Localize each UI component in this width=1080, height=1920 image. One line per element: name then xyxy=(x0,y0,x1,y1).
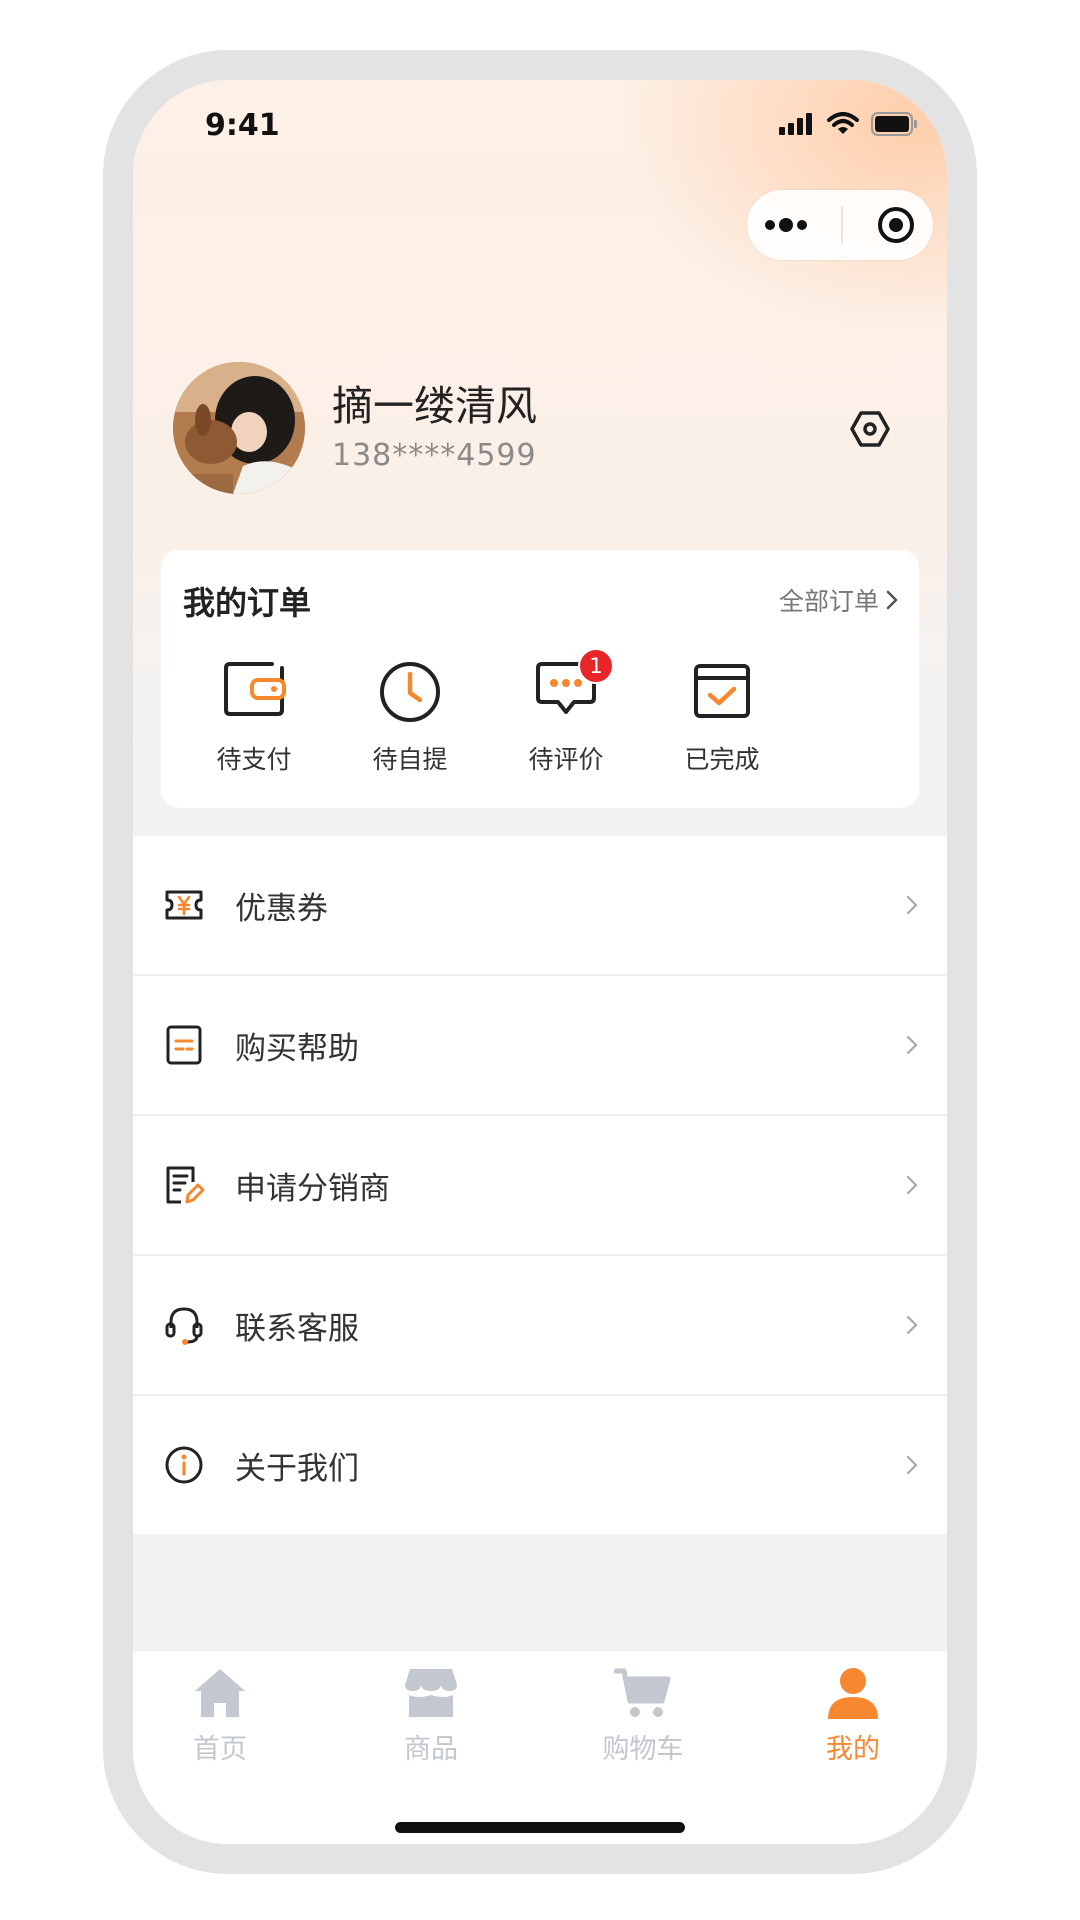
menu-item-coupon[interactable]: 优惠券 xyxy=(133,836,947,976)
review-badge: 1 xyxy=(578,648,614,684)
user-phone: 138****4599 xyxy=(332,438,537,473)
order-item-label: 待支付 xyxy=(216,745,292,774)
tab-label: 首页 xyxy=(193,1734,247,1765)
chevron-right-icon xyxy=(906,1315,918,1335)
all-orders-label: 全部订单 xyxy=(778,587,879,616)
menu-item-label: 购买帮助 xyxy=(235,1030,359,1067)
tab-label: 购物车 xyxy=(602,1734,684,1765)
store-icon xyxy=(405,1669,457,1717)
user-name: 摘一缕清风 xyxy=(332,382,537,430)
menu-list: 优惠券 购买帮助 申请分销商 联系客服 关于我们 xyxy=(133,836,947,1534)
chevron-right-icon xyxy=(906,1035,918,1055)
order-completed[interactable]: 已完成 xyxy=(647,660,797,776)
home-icon xyxy=(195,1669,245,1717)
apply-edit-icon xyxy=(166,1166,205,1204)
tab-cart[interactable]: 购物车 xyxy=(563,1667,723,1766)
menu-item-customer-service[interactable]: 联系客服 xyxy=(133,1256,947,1396)
signal-icon xyxy=(779,113,812,135)
orders-title: 我的订单 xyxy=(183,584,312,622)
tab-label: 我的 xyxy=(826,1734,880,1765)
avatar-photo xyxy=(173,362,305,494)
wifi-icon xyxy=(827,112,859,134)
help-document-icon xyxy=(166,1025,202,1065)
order-item-label: 待评价 xyxy=(528,745,604,774)
menu-item-label: 优惠券 xyxy=(235,890,328,927)
order-pending-payment[interactable]: 待支付 xyxy=(179,660,329,776)
tab-mine[interactable]: 我的 xyxy=(773,1667,933,1766)
calendar-check-icon xyxy=(694,664,750,718)
menu-item-label: 关于我们 xyxy=(235,1450,359,1487)
info-icon xyxy=(165,1446,203,1484)
chevron-right-icon xyxy=(906,1175,918,1195)
order-item-label: 已完成 xyxy=(684,745,760,774)
cart-icon xyxy=(614,1668,671,1717)
tab-home[interactable]: 首页 xyxy=(140,1667,300,1766)
menu-item-apply-distributor[interactable]: 申请分销商 xyxy=(133,1116,947,1256)
close-target-icon[interactable] xyxy=(876,205,916,245)
home-indicator[interactable] xyxy=(395,1822,685,1833)
menu-item-about-us[interactable]: 关于我们 xyxy=(133,1396,947,1534)
order-pending-pickup[interactable]: 待自提 xyxy=(335,660,485,776)
tab-bar: 首页 商品 购物车 我的 xyxy=(133,1650,947,1844)
all-orders-link[interactable]: 全部订单 xyxy=(779,582,899,618)
mini-program-capsule xyxy=(747,190,933,260)
avatar[interactable] xyxy=(173,362,305,494)
status-time: 9:41 xyxy=(205,108,280,143)
order-item-label: 待自提 xyxy=(372,745,448,774)
menu-item-label: 联系客服 xyxy=(235,1310,359,1347)
capsule-divider xyxy=(840,206,843,244)
clock-icon xyxy=(380,662,440,722)
orders-card: 我的订单 全部订单 待支付 待自提 1 待评价 已完成 xyxy=(161,550,919,808)
app-screen: 9:41 摘一缕清风 138****4599 我的订单 全部订单 待支付 待自提… xyxy=(133,80,947,1844)
more-icon[interactable] xyxy=(764,217,808,233)
chevron-right-icon xyxy=(906,1455,918,1475)
menu-item-purchase-help[interactable]: 购买帮助 xyxy=(133,976,947,1116)
coupon-icon xyxy=(165,890,203,920)
wallet-icon xyxy=(224,662,286,716)
settings-icon[interactable] xyxy=(849,408,891,450)
headset-icon xyxy=(165,1307,203,1345)
user-icon xyxy=(828,1668,878,1719)
chevron-right-icon xyxy=(886,590,898,610)
status-icons xyxy=(779,112,917,136)
tab-products[interactable]: 商品 xyxy=(351,1667,511,1766)
menu-item-label: 申请分销商 xyxy=(235,1170,390,1207)
chevron-right-icon xyxy=(906,895,918,915)
order-pending-review[interactable]: 1 待评价 xyxy=(491,648,641,776)
tab-label: 商品 xyxy=(404,1734,458,1765)
battery-icon xyxy=(871,112,917,136)
